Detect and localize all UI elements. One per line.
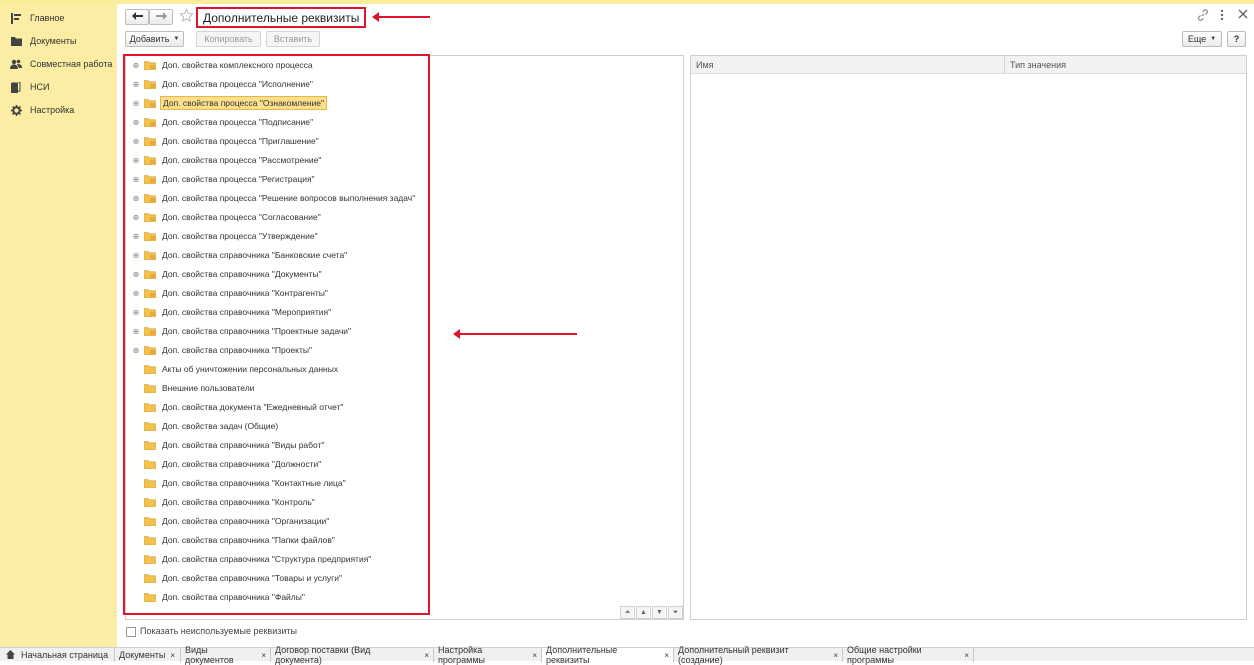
add-button-label: Добавить: [129, 34, 170, 44]
window-tab-label: Договор поставки (Вид документа): [275, 645, 371, 665]
show-unused-checkbox[interactable]: [126, 627, 136, 637]
copy-button-label: Копировать: [204, 34, 253, 44]
scroll-bottom-button[interactable]: ⏷: [668, 606, 683, 619]
sidebar-item-nsi[interactable]: НСИ: [10, 79, 49, 95]
sidebar-item-main[interactable]: Главное: [10, 10, 64, 26]
scroll-up-button[interactable]: ▲: [636, 606, 651, 619]
gear-icon: [10, 104, 22, 116]
window-tab-label: Дополнительные реквизиты: [546, 645, 618, 665]
close-icon[interactable]: [1238, 9, 1248, 22]
back-arrow-icon: [131, 12, 143, 22]
window-tab-label: Виды документов: [185, 645, 234, 665]
help-button-label: ?: [1233, 34, 1240, 44]
tab-home[interactable]: Начальная страница: [0, 648, 115, 662]
close-tab-icon[interactable]: ×: [833, 651, 838, 660]
close-tab-icon[interactable]: ×: [424, 651, 429, 660]
forward-arrow-icon: [155, 12, 167, 22]
scroll-top-button[interactable]: ⏶: [620, 606, 635, 619]
sidebar: Главное Документы Совместная работа НСИ …: [0, 4, 117, 647]
page-title: Дополнительные реквизиты: [203, 10, 360, 25]
more-button[interactable]: Еще ▼: [1182, 31, 1222, 47]
window-tab-label: Настройка программы: [438, 645, 486, 665]
more-button-label: Еще: [1187, 34, 1207, 44]
close-tab-icon[interactable]: ×: [664, 651, 669, 660]
window-tab[interactable]: Дополнительный реквизит (создание) ×: [674, 645, 843, 665]
more-vert-icon[interactable]: [1220, 9, 1224, 24]
link-icon[interactable]: [1197, 9, 1209, 24]
close-tab-icon[interactable]: ×: [261, 651, 266, 660]
close-tab-icon[interactable]: ×: [964, 651, 969, 660]
help-button[interactable]: ?: [1227, 31, 1246, 47]
star-icon[interactable]: [179, 8, 194, 25]
scroll-top-icon: ⏶: [624, 608, 631, 616]
tab-home-label: Начальная страница: [21, 650, 109, 660]
forward-button[interactable]: [149, 9, 173, 25]
column-divider: [1004, 56, 1005, 74]
chevron-down-icon: ▼: [173, 36, 180, 42]
chevron-down-icon: ▼: [1210, 36, 1217, 42]
sidebar-item-label: Документы: [30, 36, 77, 46]
window-tab[interactable]: Документы ×: [115, 648, 181, 662]
column-header-value-type[interactable]: Тип значения: [1010, 56, 1066, 74]
page-title-box: Дополнительные реквизиты: [196, 7, 367, 28]
menu-lines-icon: [10, 12, 22, 24]
sidebar-item-collaboration[interactable]: Совместная работа: [10, 56, 112, 72]
annotation-highlight-tree: [123, 54, 430, 615]
scroll-down-icon: ▼: [656, 609, 663, 616]
window-tab-label: Документы: [119, 650, 166, 660]
paste-button[interactable]: Вставить: [266, 31, 320, 47]
open-windows-bar: Начальная страница Документы × Виды докуме…: [0, 645, 1254, 665]
close-tab-icon[interactable]: ×: [532, 651, 537, 660]
show-unused-label: Показать неиспользуемые реквизиты: [140, 626, 297, 636]
copy-button[interactable]: Копировать: [196, 31, 261, 47]
annotation-arrow-title: [372, 12, 430, 22]
top-accent-strip: [0, 0, 1254, 4]
sidebar-item-label: Главное: [30, 13, 65, 23]
users-icon: [10, 58, 22, 70]
column-header-name[interactable]: Имя: [696, 56, 714, 74]
home-icon: [6, 649, 15, 661]
sidebar-item-label: НСИ: [30, 82, 50, 92]
scroll-up-icon: ▲: [640, 609, 647, 616]
paste-button-label: Вставить: [273, 34, 313, 44]
scroll-down-button[interactable]: ▼: [652, 606, 667, 619]
properties-grid[interactable]: [690, 55, 1247, 620]
window-tab[interactable]: Дополнительные реквизиты ×: [542, 645, 674, 665]
window-tab-label: Общие настройки программы: [847, 645, 922, 665]
window-tab[interactable]: Виды документов ×: [181, 645, 271, 665]
sidebar-item-label: Совместная работа: [30, 59, 113, 69]
sidebar-item-documents[interactable]: Документы: [10, 33, 76, 49]
grid-header: Имя Тип значения: [691, 56, 1246, 74]
folder-icon: [10, 35, 22, 47]
window-tab[interactable]: Общие настройки программы ×: [843, 645, 974, 665]
window-tab[interactable]: Договор поставки (Вид документа) ×: [271, 645, 434, 665]
close-tab-icon[interactable]: ×: [170, 651, 175, 660]
book-icon: [10, 81, 22, 93]
scroll-bottom-icon: ⏷: [672, 608, 679, 616]
window-tab-label: Дополнительный реквизит (создание): [678, 645, 789, 665]
back-button[interactable]: [125, 9, 149, 25]
sidebar-item-label: Настройка: [30, 105, 75, 115]
annotation-arrow-tree: [453, 329, 577, 339]
window-tab[interactable]: Настройка программы ×: [434, 645, 542, 665]
add-button[interactable]: Добавить ▼: [125, 31, 184, 47]
sidebar-item-settings[interactable]: Настройка: [10, 102, 74, 118]
